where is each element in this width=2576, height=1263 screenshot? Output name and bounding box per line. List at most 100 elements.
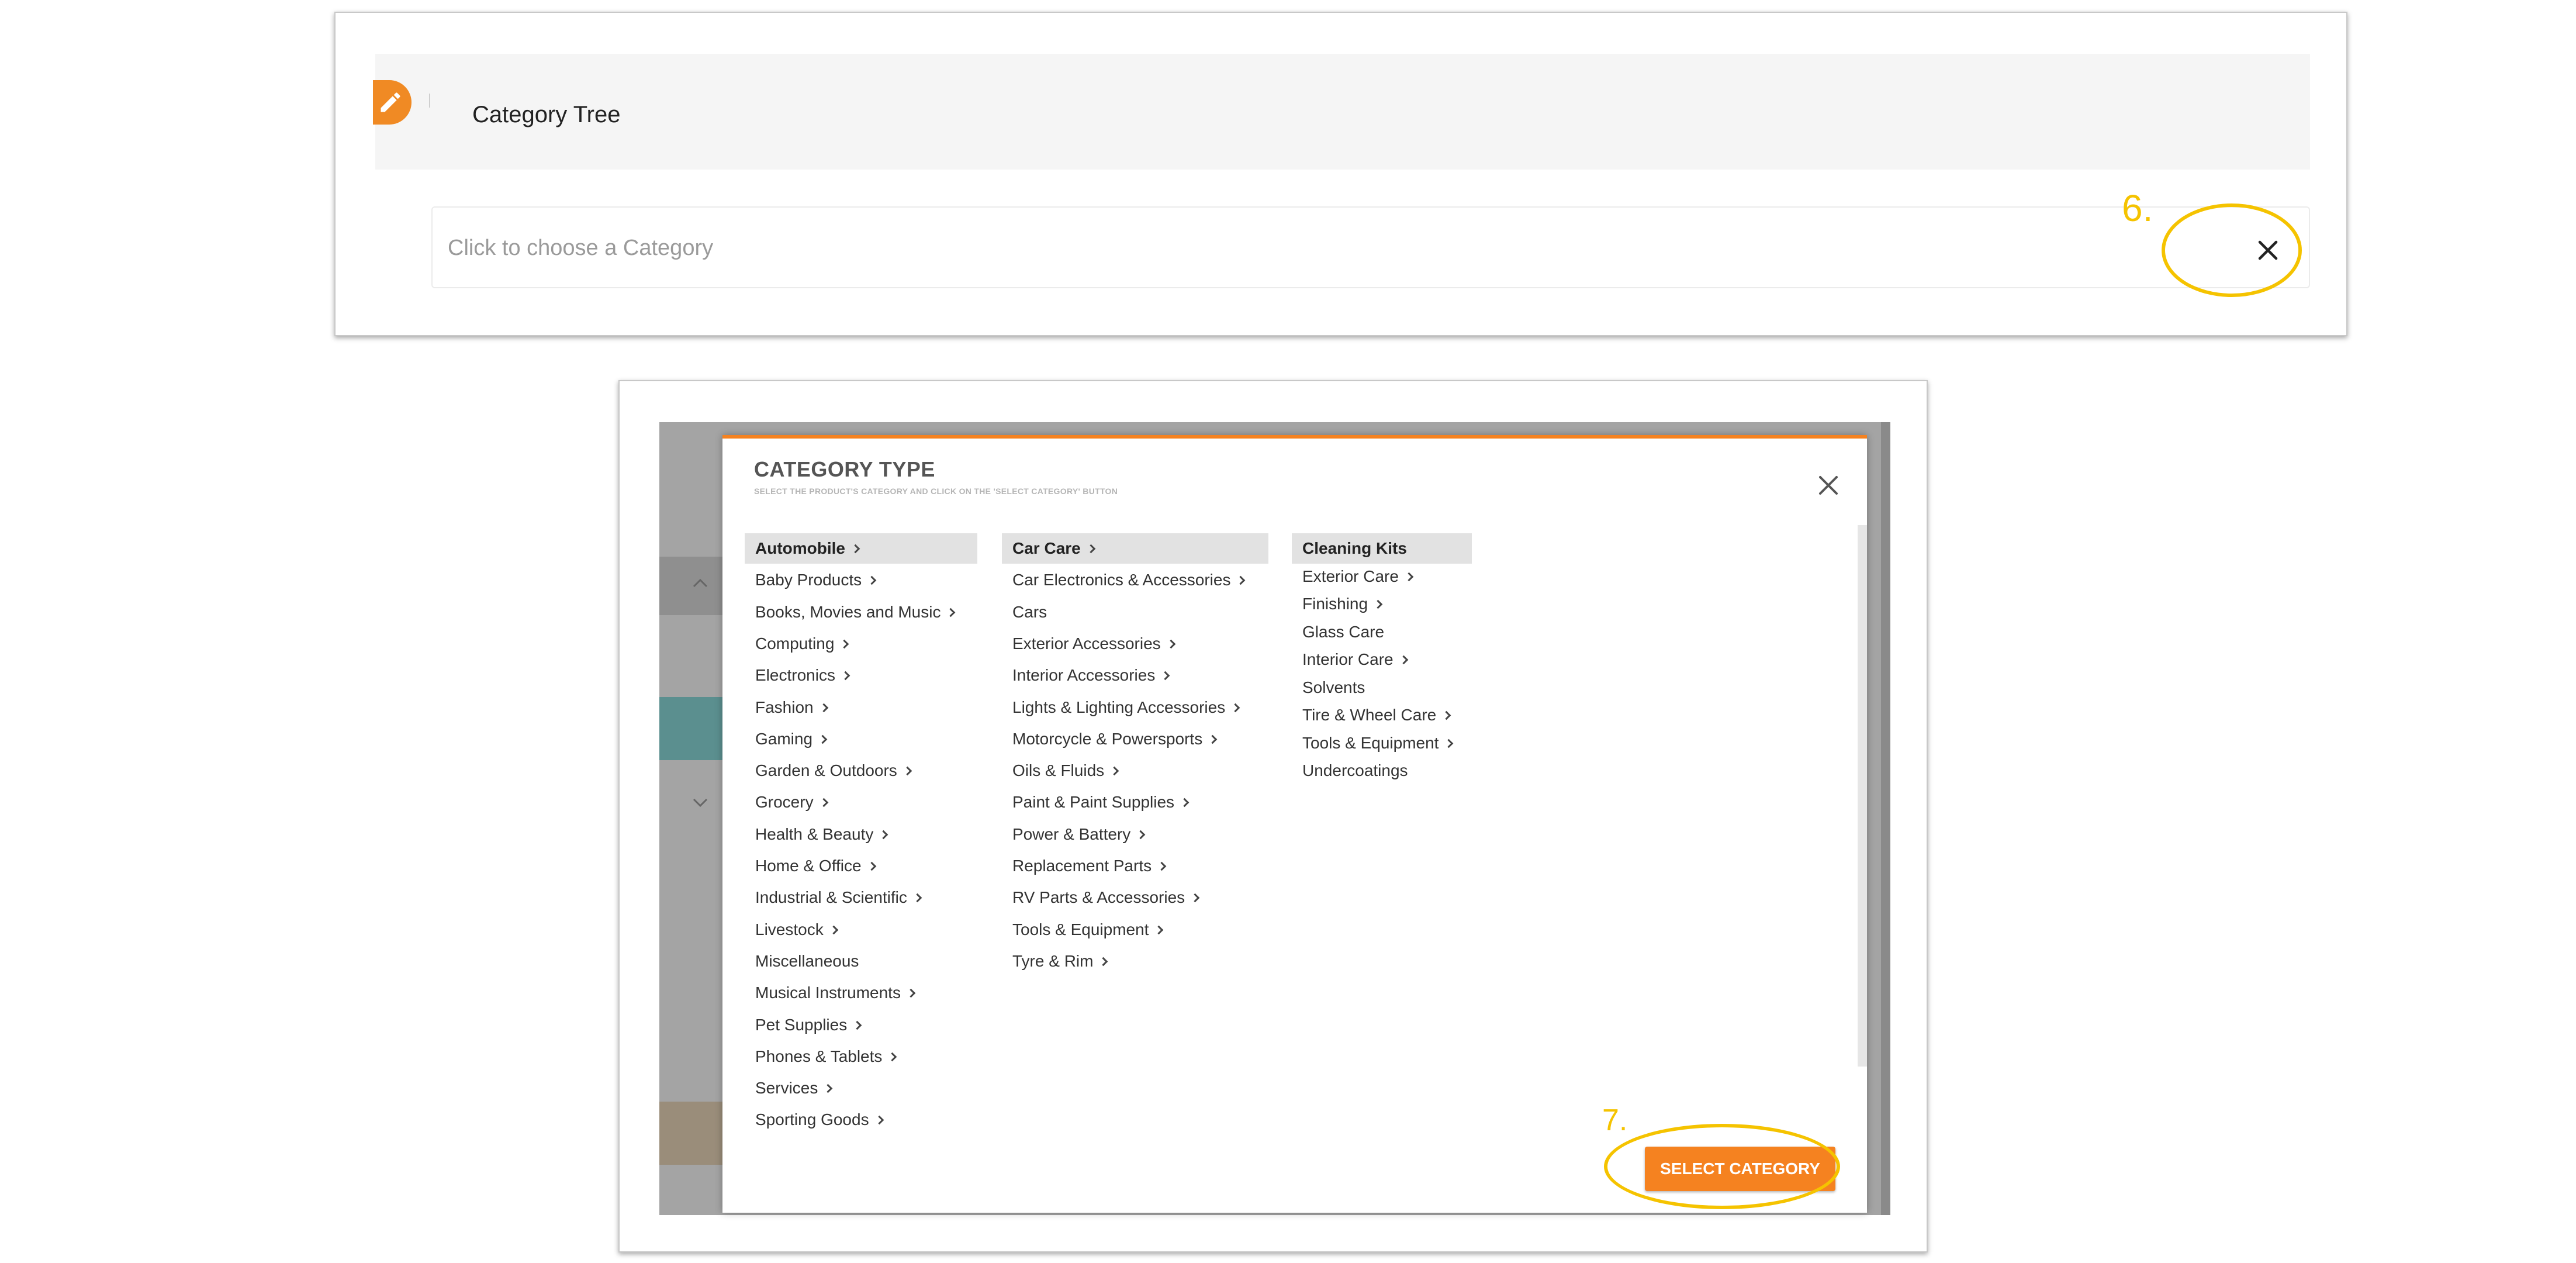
chevron-right-icon (829, 925, 838, 934)
level2-category-item[interactable]: Car Care (1002, 533, 1268, 564)
chevron-right-icon (1136, 830, 1146, 839)
level2-category-item-label: Lights & Lighting Accessories (1012, 698, 1226, 716)
level1-category-item-label: Musical Instruments (755, 984, 901, 1002)
level3-category-item[interactable]: Interior Care (1292, 644, 1408, 675)
level3-category-item[interactable]: Exterior Care (1292, 561, 1414, 592)
level1-category-item[interactable]: Health & Beauty (745, 819, 888, 850)
level1-category-item-label: Livestock (755, 920, 824, 938)
level2-category-item[interactable]: Exterior Accessories (1002, 629, 1175, 659)
level2-category-item-label: Cars (1012, 602, 1047, 621)
chevron-right-icon (1208, 734, 1218, 744)
chevron-right-icon (819, 703, 828, 712)
level2-category-item[interactable]: Interior Accessories (1002, 660, 1170, 691)
chevron-right-icon (867, 861, 876, 871)
level2-category-item-label: Replacement Parts (1012, 857, 1152, 875)
level2-category-item-label: Paint & Paint Supplies (1012, 793, 1175, 812)
level3-category-item[interactable]: Glass Care (1292, 617, 1384, 647)
category-tree-title: Category Tree (472, 102, 621, 127)
level1-category-item-label: Grocery (755, 793, 814, 812)
level1-category-item[interactable]: Garden & Outdoors (745, 755, 912, 786)
level1-category-item-label: Sporting Goods (755, 1110, 869, 1129)
level2-category-item[interactable]: Power & Battery (1002, 819, 1146, 850)
level2-category-item[interactable]: Lights & Lighting Accessories (1002, 692, 1240, 723)
level1-category-item[interactable]: Automobile (745, 533, 977, 564)
backdrop-teal-bar (659, 697, 724, 760)
pencil-icon (381, 92, 400, 112)
chevron-right-icon (1236, 576, 1246, 585)
chevron-right-icon (1230, 703, 1240, 712)
category-select-input[interactable]: Click to choose a Category (431, 206, 2310, 288)
level2-category-item-label: Exterior Accessories (1012, 634, 1161, 653)
level3-category-item-label: Tire & Wheel Care (1302, 706, 1437, 724)
chevron-right-icon (1404, 572, 1414, 581)
modal-scrollbar[interactable] (1858, 525, 1867, 1067)
category-tree-panel: Category Tree Click to choose a Category… (334, 12, 2347, 336)
level3-category-item-label: Tools & Equipment (1302, 733, 1439, 752)
category-input-placeholder: Click to choose a Category (448, 236, 714, 260)
chevron-right-icon (1180, 798, 1190, 808)
level1-category-item[interactable]: Services (745, 1073, 833, 1103)
level1-category-item[interactable]: Musical Instruments (745, 978, 916, 1008)
level1-category-item[interactable]: Phones & Tablets (745, 1041, 897, 1072)
level1-category-item-label: Services (755, 1079, 818, 1098)
level1-category-item[interactable]: Industrial & Scientific (745, 882, 922, 913)
chevron-right-icon (1109, 766, 1119, 776)
level1-category-item-label: Pet Supplies (755, 1015, 848, 1034)
level2-category-item[interactable]: RV Parts & Accessories (1002, 882, 1200, 913)
level1-category-item-label: Baby Products (755, 571, 862, 589)
level2-category-item[interactable]: Oils & Fluids (1002, 755, 1119, 786)
level1-category-item[interactable]: Sporting Goods (745, 1105, 884, 1135)
level2-category-item[interactable]: Paint & Paint Supplies (1002, 787, 1190, 817)
chevron-right-icon (1444, 739, 1454, 748)
level1-category-item[interactable]: Fashion (745, 692, 828, 723)
level1-category-item[interactable]: Computing (745, 629, 849, 659)
annotation-highlight-ring-7 (1604, 1124, 1840, 1209)
level1-category-item[interactable]: Books, Movies and Music (745, 597, 956, 627)
backdrop-tan-bar (659, 1102, 724, 1165)
category-type-modal: CATEGORY TYPE SELECT THE PRODUCT'S CATEG… (722, 435, 1867, 1213)
close-icon[interactable] (1816, 472, 1841, 498)
level2-category-item[interactable]: Car Electronics & Accessories (1002, 565, 1246, 595)
level1-category-item-label: Fashion (755, 698, 814, 716)
level2-category-item-label: Oils & Fluids (1012, 761, 1105, 780)
level1-category-item-label: Gaming (755, 729, 813, 748)
chevron-right-icon (1166, 639, 1175, 649)
level1-category-item[interactable]: Grocery (745, 787, 828, 817)
level2-category-item[interactable]: Tyre & Rim (1002, 946, 1108, 976)
edit-badge[interactable] (373, 80, 412, 125)
level2-category-item[interactable]: Motorcycle & Powersports (1002, 724, 1218, 754)
level1-category-item-label: Health & Beauty (755, 824, 874, 843)
backdrop-block (659, 557, 724, 615)
level3-category-item-label: Solvents (1302, 678, 1365, 696)
level3-category-item[interactable]: Cleaning Kits (1292, 533, 1472, 564)
level2-category-item[interactable]: Tools & Equipment (1002, 915, 1164, 945)
level1-category-item-label: Books, Movies and Music (755, 602, 941, 621)
level1-category-item[interactable]: Miscellaneous (745, 946, 859, 976)
level1-category-item-label: Computing (755, 634, 835, 653)
level3-category-item[interactable]: Tools & Equipment (1292, 728, 1454, 758)
level2-category-item[interactable]: Replacement Parts (1002, 851, 1167, 881)
chevron-right-icon (1154, 925, 1164, 934)
level3-category-item-label: Exterior Care (1302, 567, 1399, 585)
chevron-right-icon (874, 1116, 884, 1125)
level2-category-item-label: Power & Battery (1012, 824, 1131, 843)
level1-category-item[interactable]: Electronics (745, 660, 850, 691)
annotation-highlight-ring-6 (2162, 203, 2302, 297)
level1-category-item[interactable]: Pet Supplies (745, 1010, 862, 1040)
level2-category-item[interactable]: Cars (1002, 597, 1047, 627)
chevron-right-icon (1086, 544, 1096, 554)
level1-category-item[interactable]: Livestock (745, 915, 838, 945)
level3-category-item-label: Undercoatings (1302, 761, 1408, 779)
chevron-right-icon (1441, 710, 1451, 720)
chevron-right-icon (1399, 655, 1408, 665)
level1-category-item[interactable]: Baby Products (745, 565, 877, 595)
level3-category-item[interactable]: Solvents (1292, 672, 1365, 703)
level3-category-item-label: Glass Care (1302, 622, 1385, 641)
level3-category-item-label: Interior Care (1302, 650, 1394, 668)
level3-category-item[interactable]: Undercoatings (1292, 755, 1408, 786)
level1-category-item-label: Garden & Outdoors (755, 761, 897, 780)
level1-category-item[interactable]: Home & Office (745, 851, 876, 881)
level1-category-item[interactable]: Gaming (745, 724, 828, 754)
level3-category-item[interactable]: Finishing (1292, 589, 1383, 619)
level3-category-item[interactable]: Tire & Wheel Care (1292, 700, 1451, 730)
